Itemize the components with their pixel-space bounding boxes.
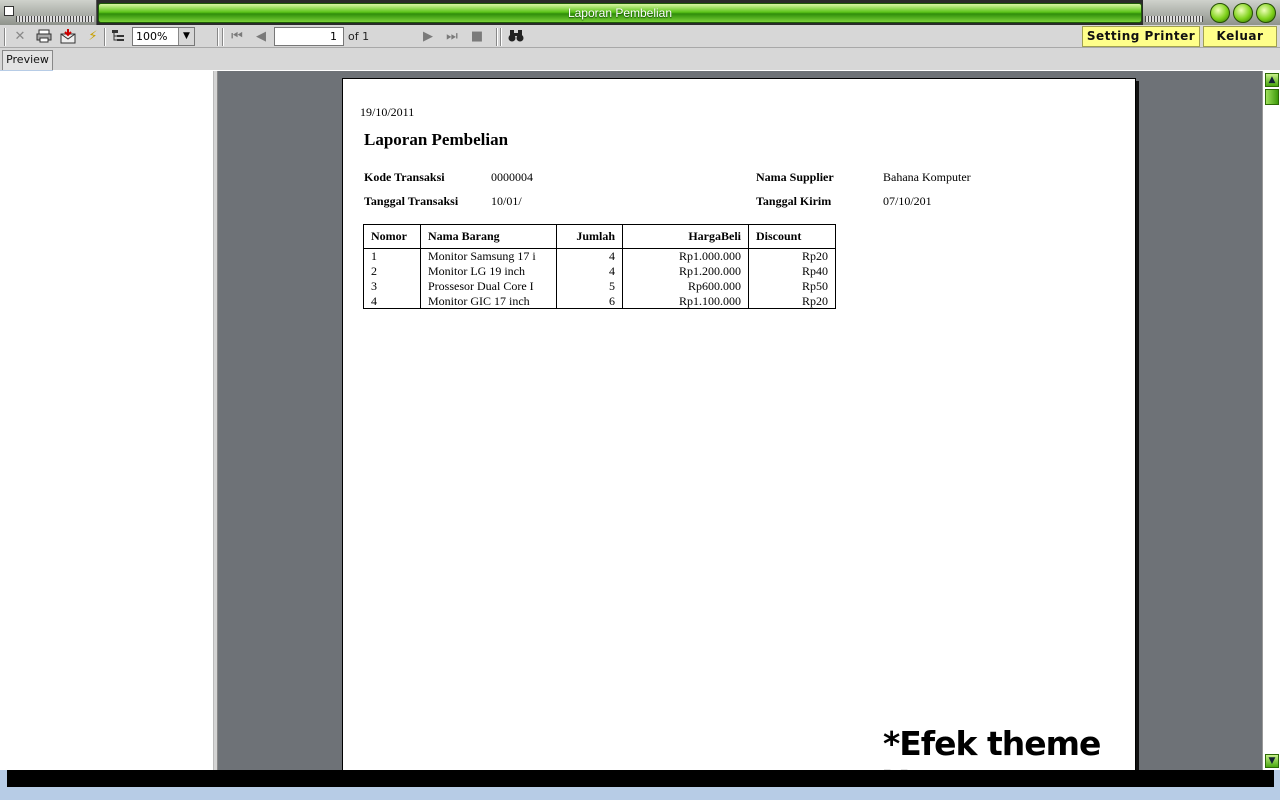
stop-icon[interactable]: ■ (468, 27, 486, 45)
cell-nama-barang: Monitor GIC 17 inch (420, 293, 557, 309)
page-count-label: of 1 (348, 30, 370, 43)
bottom-bar (7, 770, 1274, 787)
lightning-icon[interactable]: ⚡ (84, 27, 102, 45)
column-header: Nama Barang (420, 224, 557, 249)
printer-icon[interactable] (35, 27, 53, 45)
grip-decoration (1145, 16, 1203, 22)
cell-discount: Rp50 (748, 278, 836, 294)
toolbar-separator (217, 28, 219, 46)
tab-bar: Preview (0, 48, 1280, 70)
export-icon[interactable] (59, 27, 77, 45)
cell-nomor: 1 (363, 248, 421, 264)
watermark-caption: *Efek theme XP (883, 724, 1101, 770)
cell-nama-barang: Monitor Samsung 17 i (420, 248, 557, 264)
table-header-row: Nomor Nama Barang Jumlah HargaBeli Disco… (363, 224, 836, 249)
binoculars-icon[interactable] (507, 27, 525, 45)
report-title: Laporan Pembelian (364, 130, 509, 149)
page-number-input[interactable]: 1 (274, 27, 344, 46)
toolbar-separator (500, 28, 502, 46)
report-date: 19/10/2011 (360, 105, 415, 119)
scroll-up-icon[interactable]: ▲ (1265, 73, 1279, 87)
toolbar-separator (104, 28, 106, 46)
next-page-icon[interactable]: ▶ (419, 27, 437, 45)
close-window-button[interactable] (1256, 3, 1276, 23)
last-page-icon[interactable]: ⏭ (443, 27, 461, 45)
system-menu-icon[interactable] (4, 6, 14, 16)
toolbar-separator (222, 28, 224, 46)
items-table: Nomor Nama Barang Jumlah HargaBeli Disco… (363, 224, 836, 309)
first-page-icon[interactable]: ⏮ (228, 27, 246, 45)
title-bar-center: Laporan Pembelian (98, 3, 1142, 23)
report-page: 19/10/2011 Laporan Pembelian Kode Transa… (342, 78, 1136, 770)
title-bar-left (0, 0, 97, 25)
nama-supplier-label: Nama Supplier (756, 170, 834, 184)
zoom-value: 100% (136, 30, 168, 43)
cell-nama-barang: Monitor LG 19 inch (420, 263, 557, 279)
report-viewer-window: Laporan Pembelian ✕ ⚡ 100% ▼ ⏮ ◀ 1 of 1 … (0, 0, 1280, 800)
toolbar-separator (496, 28, 498, 46)
tanggal-transaksi-label: Tanggal Transaksi (364, 194, 459, 208)
vertical-scrollbar[interactable]: ▲ ▼ (1262, 71, 1280, 770)
cell-jumlah: 4 (556, 248, 623, 264)
tanggal-kirim-label: Tanggal Kirim (756, 194, 832, 208)
cell-discount: Rp20 (748, 293, 836, 309)
cell-nomor: 3 (363, 278, 421, 294)
scrollbar-thumb[interactable] (1265, 89, 1279, 105)
grip-decoration (16, 16, 94, 22)
cell-jumlah: 5 (556, 278, 623, 294)
column-header: Nomor (363, 224, 421, 249)
table-row: 1 Monitor Samsung 17 i 4 Rp1.000.000 Rp2… (363, 248, 836, 264)
cell-harga-beli: Rp1.200.000 (622, 263, 749, 279)
cell-jumlah: 6 (556, 293, 623, 309)
title-bar: Laporan Pembelian (0, 0, 1280, 25)
cell-discount: Rp40 (748, 263, 836, 279)
group-tree-panel[interactable] (0, 71, 213, 770)
group-tree-icon[interactable] (109, 27, 127, 45)
nama-supplier-value: Bahana Komputer (883, 170, 971, 184)
minimize-button[interactable] (1210, 3, 1230, 23)
kode-transaksi-label: Kode Transaksi (364, 170, 445, 184)
maximize-button[interactable] (1233, 3, 1253, 23)
zoom-select[interactable]: 100% ▼ (132, 27, 195, 46)
setting-printer-button[interactable]: Setting Printer (1082, 26, 1200, 47)
kode-transaksi-value: 0000004 (491, 170, 533, 184)
cell-harga-beli: Rp1.100.000 (622, 293, 749, 309)
chevron-down-icon[interactable]: ▼ (178, 28, 194, 45)
cell-nomor: 4 (363, 293, 421, 309)
cell-discount: Rp20 (748, 248, 836, 264)
tanggal-kirim-value: 07/10/201 (883, 194, 932, 208)
close-icon[interactable]: ✕ (11, 27, 29, 45)
toolbar: ✕ ⚡ 100% ▼ ⏮ ◀ 1 of 1 ▶ ⏭ ■ Setting Prin… (0, 25, 1280, 48)
tab-preview[interactable]: Preview (2, 50, 53, 70)
column-header: Jumlah (556, 224, 623, 249)
toolbar-separator (4, 28, 6, 46)
table-row: 2 Monitor LG 19 inch 4 Rp1.200.000 Rp40 (363, 263, 836, 279)
exit-button[interactable]: Keluar (1203, 26, 1277, 47)
table-row: 4 Monitor GIC 17 inch 6 Rp1.100.000 Rp20 (363, 293, 836, 309)
column-header: HargaBeli (622, 224, 749, 249)
prev-page-icon[interactable]: ◀ (252, 27, 270, 45)
scroll-down-icon[interactable]: ▼ (1265, 754, 1279, 768)
cell-jumlah: 4 (556, 263, 623, 279)
window-title: Laporan Pembelian (567, 6, 673, 20)
table-row: 3 Prossesor Dual Core I 5 Rp600.000 Rp50 (363, 278, 836, 294)
cell-harga-beli: Rp600.000 (622, 278, 749, 294)
cell-nama-barang: Prossesor Dual Core I (420, 278, 557, 294)
title-bar-right (1143, 0, 1280, 25)
cell-nomor: 2 (363, 263, 421, 279)
tanggal-transaksi-value: 10/01/ (491, 194, 522, 208)
cell-harga-beli: Rp1.000.000 (622, 248, 749, 264)
report-viewer-area[interactable]: 19/10/2011 Laporan Pembelian Kode Transa… (218, 71, 1262, 770)
column-header: Discount (748, 224, 836, 249)
